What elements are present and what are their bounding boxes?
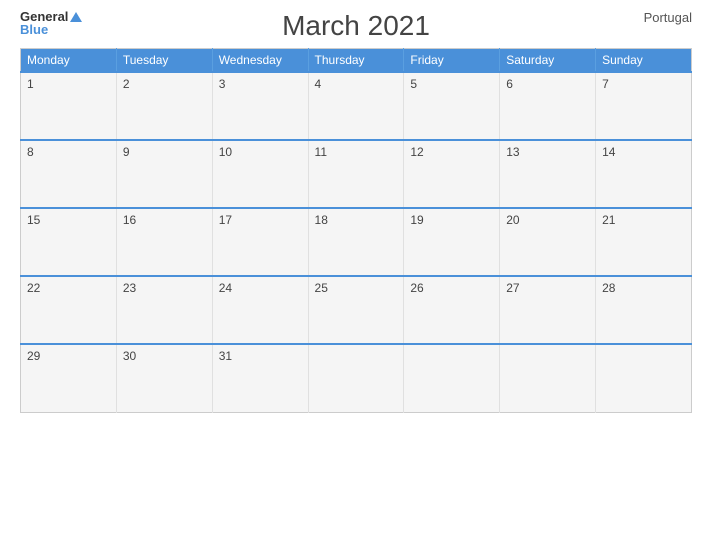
calendar-cell: 19 bbox=[404, 208, 500, 276]
calendar-cell: 28 bbox=[596, 276, 692, 344]
calendar-cell: 5 bbox=[404, 72, 500, 140]
calendar-cell: 30 bbox=[116, 344, 212, 412]
calendar-title: March 2021 bbox=[282, 10, 430, 42]
calendar-cell: 16 bbox=[116, 208, 212, 276]
calendar-cell: 18 bbox=[308, 208, 404, 276]
calendar-cell: 24 bbox=[212, 276, 308, 344]
calendar-cell: 31 bbox=[212, 344, 308, 412]
calendar-cell bbox=[500, 344, 596, 412]
col-tuesday: Tuesday bbox=[116, 49, 212, 73]
logo-triangle-icon bbox=[70, 12, 82, 22]
calendar-cell: 21 bbox=[596, 208, 692, 276]
calendar-cell bbox=[308, 344, 404, 412]
calendar-cell: 4 bbox=[308, 72, 404, 140]
col-monday: Monday bbox=[21, 49, 117, 73]
calendar-cell: 8 bbox=[21, 140, 117, 208]
calendar-cell: 11 bbox=[308, 140, 404, 208]
calendar-body: 1234567891011121314151617181920212223242… bbox=[21, 72, 692, 412]
calendar-cell: 13 bbox=[500, 140, 596, 208]
calendar-cell: 7 bbox=[596, 72, 692, 140]
col-thursday: Thursday bbox=[308, 49, 404, 73]
calendar-cell: 9 bbox=[116, 140, 212, 208]
calendar-table: Monday Tuesday Wednesday Thursday Friday… bbox=[20, 48, 692, 413]
calendar-cell: 14 bbox=[596, 140, 692, 208]
calendar-cell: 25 bbox=[308, 276, 404, 344]
calendar-header-row: Monday Tuesday Wednesday Thursday Friday… bbox=[21, 49, 692, 73]
logo-blue-text: Blue bbox=[20, 23, 48, 36]
calendar-cell: 20 bbox=[500, 208, 596, 276]
col-saturday: Saturday bbox=[500, 49, 596, 73]
calendar-cell: 17 bbox=[212, 208, 308, 276]
calendar-cell: 26 bbox=[404, 276, 500, 344]
calendar-cell bbox=[404, 344, 500, 412]
calendar-header: General Blue March 2021 Portugal bbox=[20, 10, 692, 42]
calendar-cell: 1 bbox=[21, 72, 117, 140]
calendar-cell: 3 bbox=[212, 72, 308, 140]
calendar-cell: 6 bbox=[500, 72, 596, 140]
calendar-cell: 15 bbox=[21, 208, 117, 276]
calendar-cell: 22 bbox=[21, 276, 117, 344]
col-sunday: Sunday bbox=[596, 49, 692, 73]
calendar-cell bbox=[596, 344, 692, 412]
calendar-cell: 12 bbox=[404, 140, 500, 208]
calendar-cell: 2 bbox=[116, 72, 212, 140]
calendar-cell: 29 bbox=[21, 344, 117, 412]
col-wednesday: Wednesday bbox=[212, 49, 308, 73]
calendar-cell: 27 bbox=[500, 276, 596, 344]
calendar-cell: 10 bbox=[212, 140, 308, 208]
logo: General Blue bbox=[20, 10, 82, 36]
calendar-cell: 23 bbox=[116, 276, 212, 344]
col-friday: Friday bbox=[404, 49, 500, 73]
country-label: Portugal bbox=[644, 10, 692, 25]
